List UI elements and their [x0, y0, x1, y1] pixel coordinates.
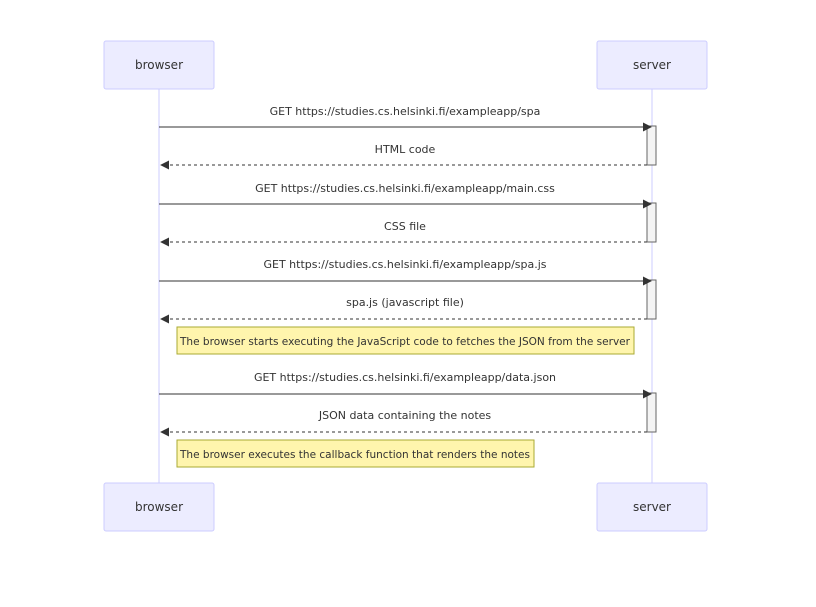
participant-browser-top: browser — [103, 40, 215, 90]
participant-label: server — [633, 500, 671, 514]
message-label: GET https://studies.cs.helsinki.fi/examp… — [255, 182, 555, 195]
participant-label: browser — [135, 58, 183, 72]
sequence-diagram: browser server browser server GET https:… — [103, 40, 708, 532]
message: JSON data containing the notes — [160, 409, 647, 437]
message: GET https://studies.cs.helsinki.fi/examp… — [159, 258, 652, 286]
message: CSS file — [160, 220, 647, 247]
participant-browser-bottom: browser — [103, 482, 215, 532]
message-label: GET https://studies.cs.helsinki.fi/examp… — [254, 371, 556, 384]
server-activation — [646, 392, 657, 433]
message-label: spa.js (javascript file) — [346, 296, 464, 309]
message: HTML code — [160, 143, 647, 170]
message-label: GET https://studies.cs.helsinki.fi/examp… — [270, 105, 541, 118]
participant-server-bottom: server — [596, 482, 708, 532]
message-label: HTML code — [375, 143, 436, 156]
server-activation — [646, 125, 657, 166]
message: GET https://studies.cs.helsinki.fi/examp… — [159, 182, 652, 209]
note-text: The browser starts executing the JavaScr… — [179, 335, 630, 348]
message-label: GET https://studies.cs.helsinki.fi/examp… — [263, 258, 546, 271]
note: The browser starts executing the JavaScr… — [176, 326, 635, 355]
server-activation — [646, 202, 657, 243]
message: spa.js (javascript file) — [160, 296, 647, 324]
participant-server-top: server — [596, 40, 708, 90]
participant-label: browser — [135, 500, 183, 514]
message-label: CSS file — [384, 220, 426, 233]
message: GET https://studies.cs.helsinki.fi/examp… — [159, 105, 652, 132]
note-text: The browser executes the callback functi… — [179, 448, 530, 461]
message-label: JSON data containing the notes — [318, 409, 492, 422]
participant-label: server — [633, 58, 671, 72]
note: The browser executes the callback functi… — [176, 439, 535, 468]
message: GET https://studies.cs.helsinki.fi/examp… — [159, 371, 652, 399]
server-activation — [646, 279, 657, 320]
